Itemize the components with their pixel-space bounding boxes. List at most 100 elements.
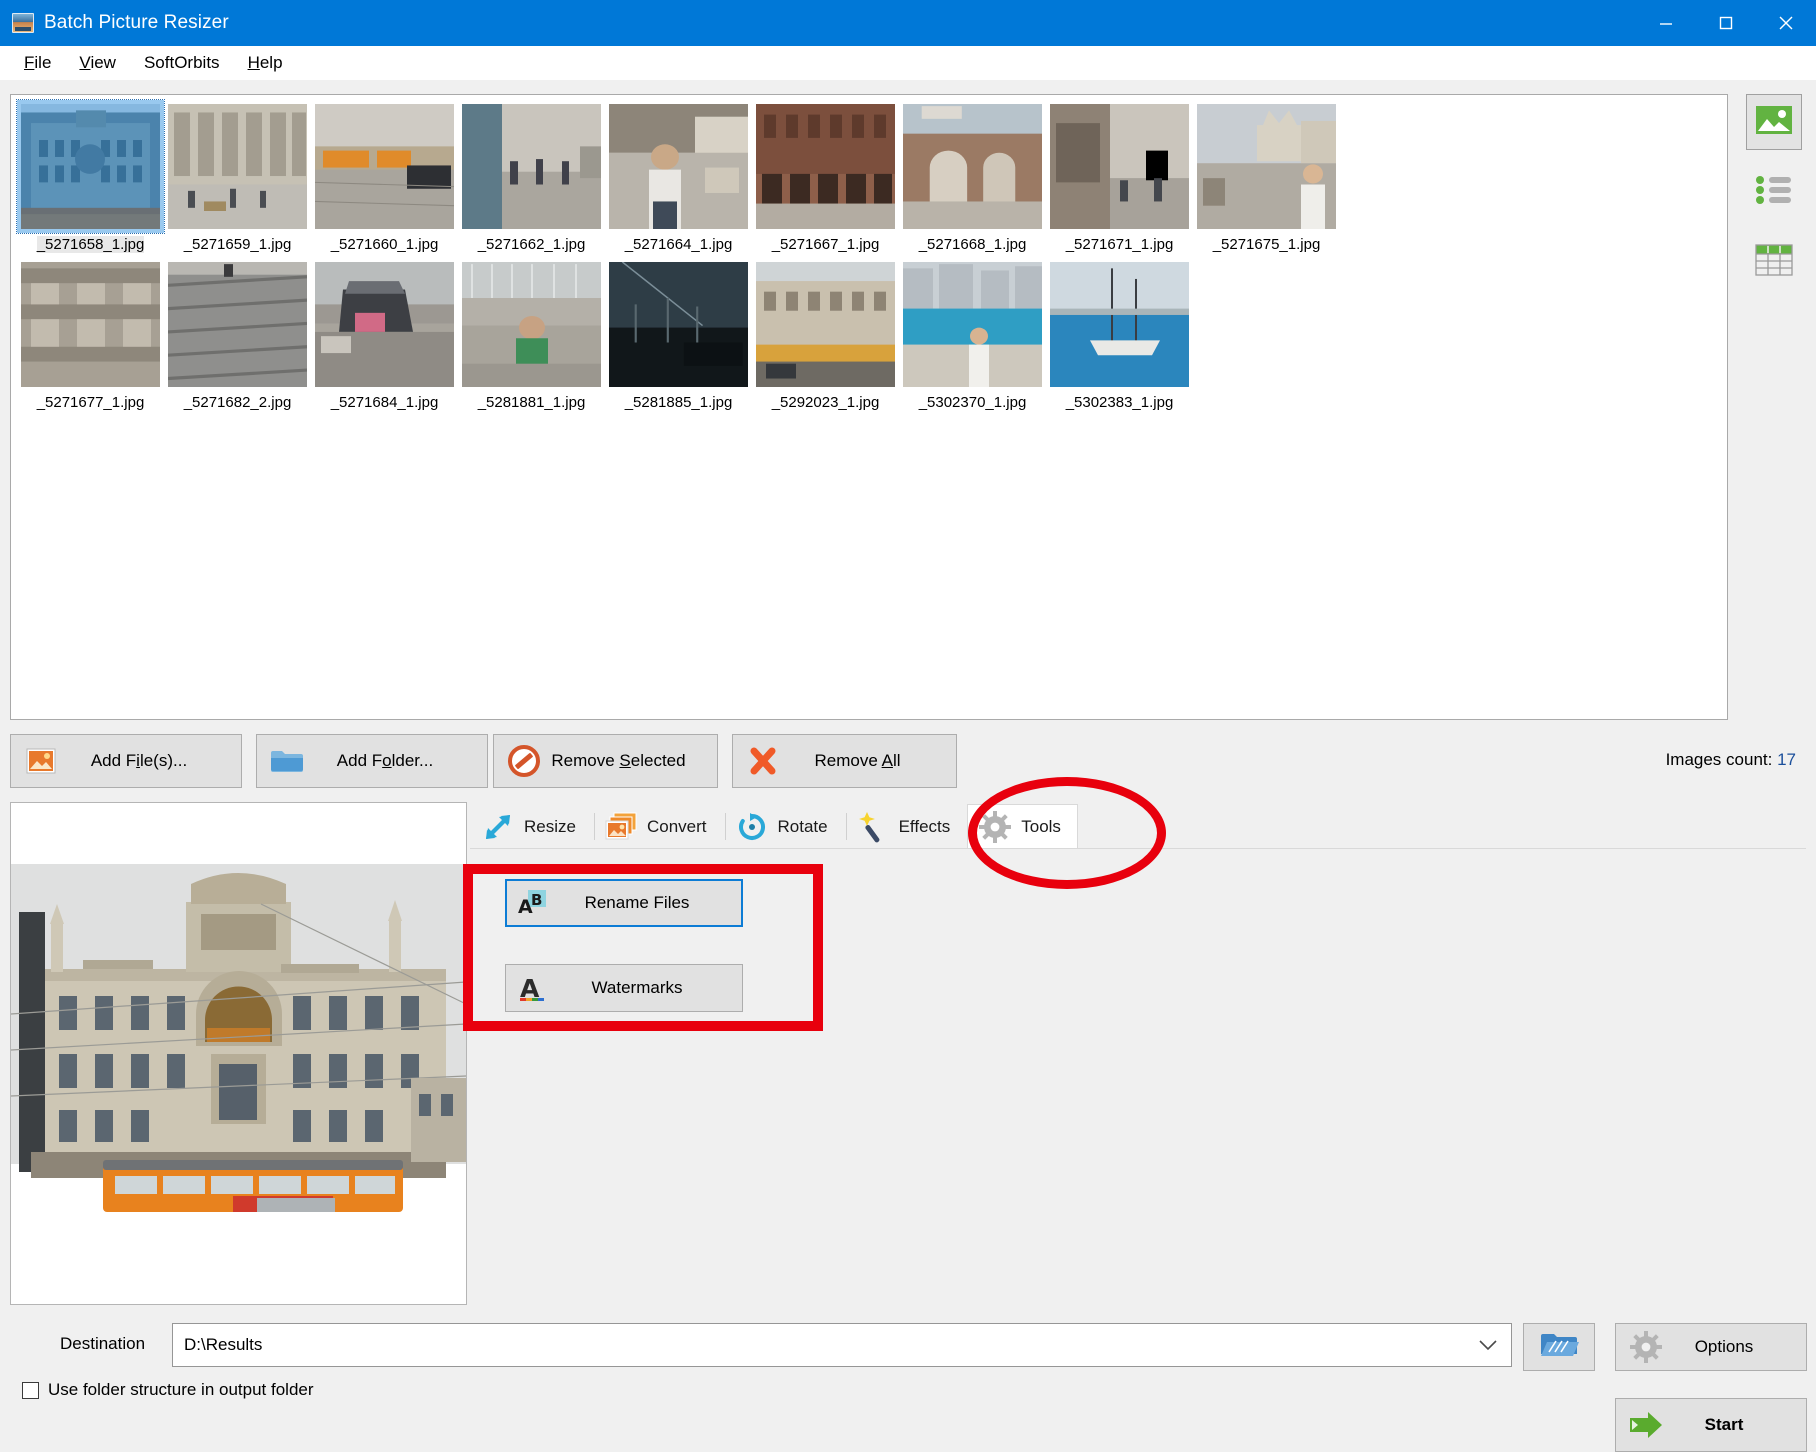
list-item[interactable]: _5302370_1.jpg [899,253,1046,411]
menu-bar: File View SoftOrbits Help [0,46,1816,80]
thumbnail[interactable] [1050,262,1189,387]
use-folder-structure-label: Use folder structure in output folder [48,1380,314,1399]
list-item[interactable]: _5281881_1.jpg [458,253,605,411]
images-count-value: 17 [1777,750,1796,769]
maximize-icon[interactable] [1696,0,1756,46]
menu-softorbits-label: SoftOrbits [143,52,220,72]
minimize-icon[interactable] [1636,0,1696,46]
chevron-down-icon[interactable] [1479,1338,1497,1356]
thumbnail[interactable] [609,262,748,387]
menu-file-rest: ile [34,52,52,72]
list-item[interactable]: _5271664_1.jpg [605,95,752,253]
thumbnail[interactable] [1197,104,1336,229]
list-item-label: _5271677_1.jpg [36,394,145,411]
list-item[interactable]: _5271684_1.jpg [311,253,458,411]
picture-icon [1755,105,1793,140]
list-item[interactable]: _5271667_1.jpg [752,95,899,253]
folder-icon [265,748,309,774]
use-folder-structure-checkbox[interactable]: Use folder structure in output folder [22,1380,314,1400]
add-folder-button[interactable]: Add Folder... [256,734,488,788]
start-button[interactable]: Start [1615,1398,1807,1452]
browse-destination-button[interactable] [1523,1323,1595,1371]
tools-panel: A B Rename Files A Watermarks [470,848,1806,1305]
thumbnail[interactable] [462,262,601,387]
window-controls [1636,0,1816,46]
list-item-label: _5271660_1.jpg [330,236,439,253]
add-files-label: Add File(s)... [90,751,188,770]
remove-selected-button[interactable]: Remove Selected [493,734,718,788]
menu-item-file[interactable]: File [10,49,65,77]
thumbnail[interactable] [21,262,160,387]
list-item-label: _5292023_1.jpg [771,394,880,411]
close-icon[interactable] [1756,0,1816,46]
list-item[interactable]: _5271668_1.jpg [899,95,1046,253]
menu-item-softorbits[interactable]: SoftOrbits [130,49,234,77]
thumbnail[interactable] [16,99,165,234]
open-folder-icon [1539,1330,1579,1365]
tab-effects[interactable]: Effects [844,804,968,848]
list-item[interactable]: _5271660_1.jpg [311,95,458,253]
list-item[interactable]: _5281885_1.jpg [605,253,752,411]
list-item[interactable]: _5271671_1.jpg [1046,95,1193,253]
menu-view-rest: iew [90,52,116,72]
thumbnail[interactable] [462,104,601,229]
resize-arrow-icon [481,811,515,843]
letter-a-icon: A [512,974,552,1002]
thumbnail[interactable] [609,104,748,229]
list-item-label: _5271664_1.jpg [624,236,733,253]
tab-resize[interactable]: Resize [470,804,593,848]
options-button[interactable]: Options [1615,1323,1807,1371]
destination-combobox[interactable]: D:\Results [172,1323,1512,1367]
thumbnail[interactable] [1050,104,1189,229]
rotate-icon [735,811,769,843]
list-item-label: _5271671_1.jpg [1065,236,1174,253]
tab-rotate[interactable]: Rotate [723,804,845,848]
list-item[interactable]: _5271682_2.jpg [164,253,311,411]
thumbnail[interactable] [315,262,454,387]
list-item[interactable]: _5292023_1.jpg [752,253,899,411]
tab-convert[interactable]: Convert [592,804,724,848]
list-item-label: _5271675_1.jpg [1212,236,1321,253]
tab-convert-label: Convert [646,816,707,836]
list-item[interactable]: _5271662_1.jpg [458,95,605,253]
view-mode-buttons [1746,94,1806,290]
thumbnail[interactable] [756,262,895,387]
list-item-label: _5271659_1.jpg [183,236,292,253]
list-item[interactable]: _5302383_1.jpg [1046,253,1193,411]
thumbnail[interactable] [315,104,454,229]
thumbnail[interactable] [168,262,307,387]
details-view-button[interactable] [1746,234,1802,290]
thumbnail[interactable] [168,104,307,229]
gear-icon [1624,1331,1668,1363]
rename-files-button[interactable]: A B Rename Files [505,879,743,927]
menu-item-help[interactable]: Help [234,49,297,77]
list-item-label: _5281881_1.jpg [477,394,586,411]
list-item[interactable]: _5271675_1.jpg [1193,95,1340,253]
add-files-button[interactable]: Add File(s)... [10,734,242,788]
svg-text:B: B [531,891,542,909]
list-view-button[interactable] [1746,164,1802,220]
app-icon [12,13,34,33]
tab-tools-label: Tools [1021,816,1061,836]
menu-item-view[interactable]: View [65,49,130,77]
watermarks-button[interactable]: A Watermarks [505,964,743,1012]
convert-images-icon [604,811,638,843]
list-item[interactable]: _5271677_1.jpg [17,253,164,411]
list-item[interactable]: _5271658_1.jpg [16,95,165,253]
start-label: Start [1704,1415,1744,1434]
tab-tools[interactable]: Tools [967,804,1078,848]
file-actions-toolbar: Add File(s)... Add Folder... Remove Sele… [10,734,1806,788]
list-item-label: _5271668_1.jpg [918,236,1027,253]
thumbnail-view-button[interactable] [1746,94,1802,150]
thumbnail[interactable] [903,262,1042,387]
add-folder-label: Add Folder... [336,751,434,770]
list-item[interactable]: _5271659_1.jpg [164,95,311,253]
remove-all-button[interactable]: Remove All [732,734,957,788]
thumbnail-row: _5271658_1.jpg _5271659_1.jpg _5271660_1… [11,95,1727,253]
thumbnail[interactable] [903,104,1042,229]
file-list[interactable]: _5271658_1.jpg _5271659_1.jpg _5271660_1… [10,94,1728,720]
list-item-label: _5271662_1.jpg [477,236,586,253]
settings-tab-panel: Resize Convert Rotate Effects Tools A B … [470,802,1806,1305]
thumbnail[interactable] [756,104,895,229]
checkbox-box[interactable] [22,1381,39,1399]
